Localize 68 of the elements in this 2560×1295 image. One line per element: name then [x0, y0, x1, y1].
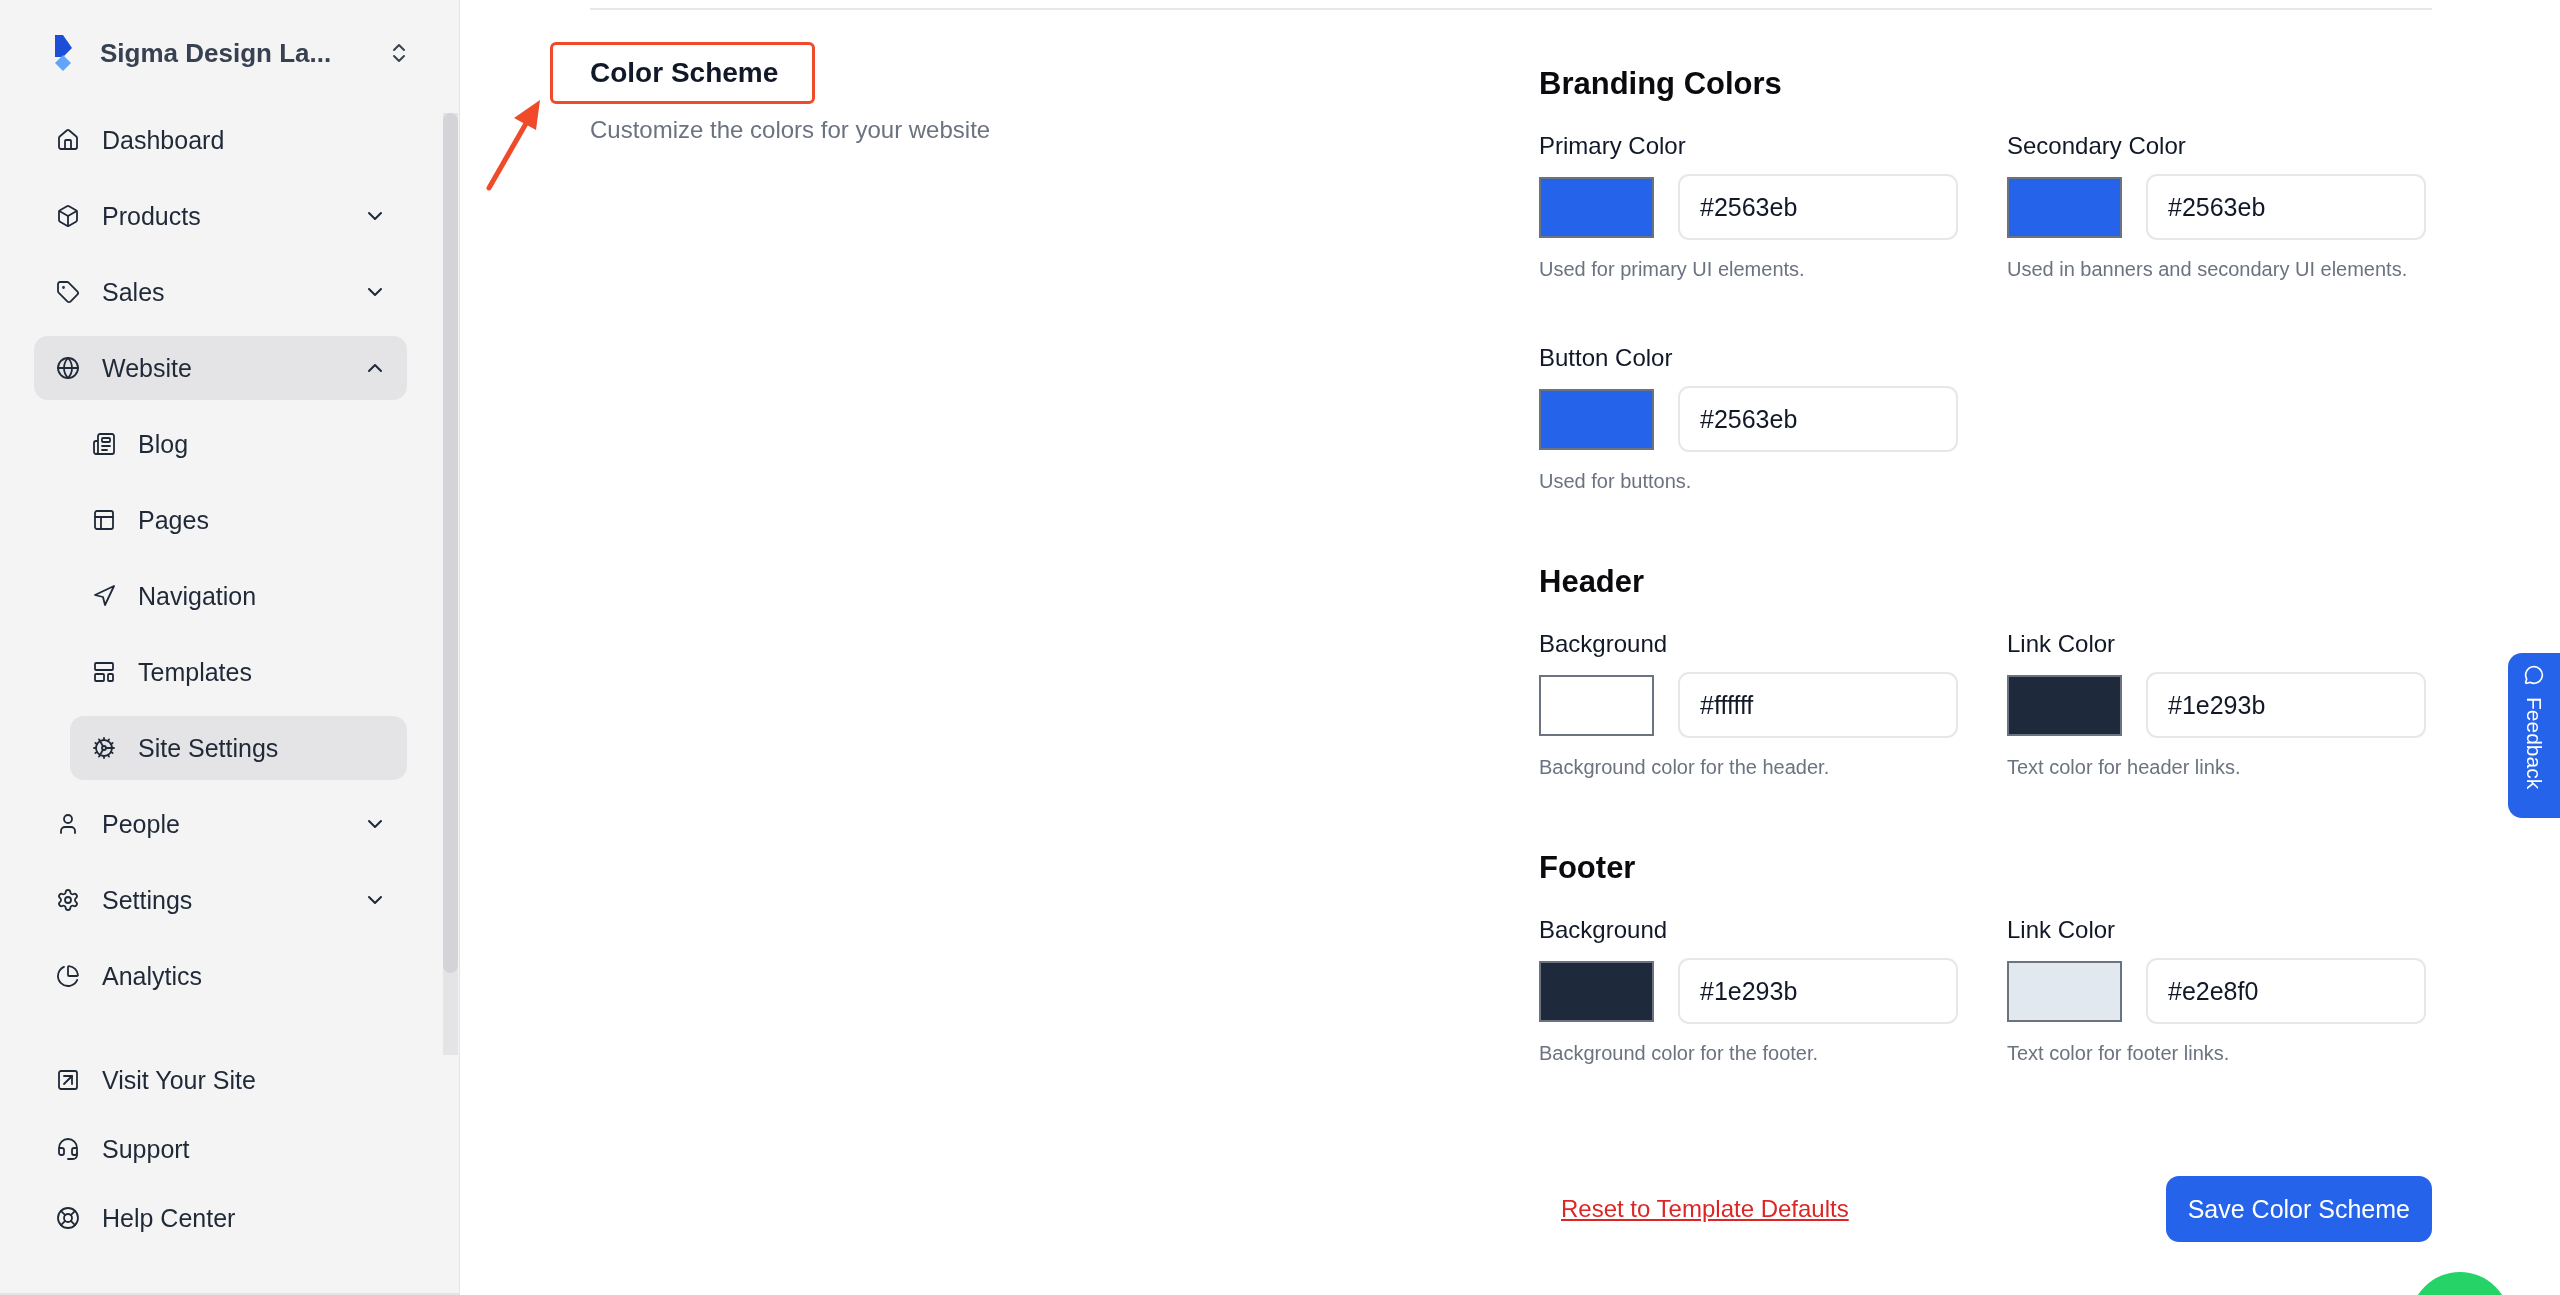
- layout-icon: [92, 508, 116, 532]
- gear-icon: [92, 736, 116, 760]
- field-label: Primary Color: [1539, 132, 1687, 160]
- globe-icon: [56, 356, 80, 380]
- reset-link[interactable]: Reset to Template Defaults: [1561, 1195, 1849, 1223]
- color-swatch[interactable]: [1539, 960, 1654, 1022]
- nav-subitem[interactable]: Navigation: [70, 564, 407, 628]
- pie-chart-icon: [56, 964, 80, 988]
- color-swatch[interactable]: [1539, 176, 1654, 238]
- field-hint: Text color for header links.: [2007, 755, 2242, 780]
- color-swatch[interactable]: [1539, 388, 1654, 450]
- field-label: Secondary Color: [2007, 132, 2187, 160]
- sidebar-link[interactable]: Support: [0, 1121, 459, 1177]
- group-heading: Branding Colors: [1539, 66, 1783, 102]
- nav-subitem[interactable]: Templates: [70, 640, 407, 704]
- chat-bubble-icon: [2524, 665, 2544, 685]
- gear-icon: [56, 888, 80, 912]
- house-icon: [56, 128, 80, 152]
- field-hint: Used for buttons.: [1539, 469, 1693, 494]
- color-swatch[interactable]: [1539, 674, 1654, 736]
- field-hint: Text color for footer links.: [2007, 1041, 2231, 1066]
- nav-item[interactable]: Products: [34, 184, 407, 248]
- tag-icon: [56, 280, 80, 304]
- feedback-tab[interactable]: Feedback: [2508, 653, 2560, 818]
- color-input-field[interactable]: #2563eb: [2146, 174, 2426, 240]
- nav-item[interactable]: Sales: [34, 260, 407, 324]
- sidebar-link[interactable]: Visit Your Site: [0, 1052, 459, 1108]
- template-icon: [92, 660, 116, 684]
- nav-item[interactable]: People: [34, 792, 407, 856]
- field-label: Background: [1539, 630, 1669, 658]
- headset-icon: [56, 1137, 80, 1161]
- group-heading: Header: [1539, 564, 1646, 600]
- logo-icon: [52, 35, 74, 71]
- color-input-field[interactable]: #2563eb: [1678, 386, 1958, 452]
- external-link-icon: [56, 1068, 80, 1092]
- field-hint: Used for primary UI elements.: [1539, 257, 1806, 282]
- color-input-field[interactable]: #e2e8f0: [2146, 958, 2426, 1024]
- nav-item[interactable]: Settings: [34, 868, 407, 932]
- nav-subitem[interactable]: Blog: [70, 412, 407, 476]
- field-hint: Background color for the header.: [1539, 755, 1831, 780]
- group-heading: Footer: [1539, 850, 1637, 886]
- field-label: Link Color: [2007, 630, 2117, 658]
- field-label: Button Color: [1539, 344, 1674, 372]
- section-description: Customize the colors for your website: [590, 116, 992, 144]
- navigation-arrow-icon: [92, 584, 116, 608]
- nav-subitem[interactable]: Site Settings: [70, 716, 407, 780]
- field-label: Background: [1539, 916, 1669, 944]
- color-swatch[interactable]: [2007, 176, 2122, 238]
- sidebar-link[interactable]: Help Center: [0, 1190, 459, 1246]
- color-input-field[interactable]: #1e293b: [1678, 958, 1958, 1024]
- nav-item[interactable]: Dashboard: [34, 108, 407, 172]
- nav-subitem[interactable]: Pages: [70, 488, 407, 552]
- section-title: Color Scheme: [590, 57, 779, 89]
- cube-icon: [56, 204, 80, 228]
- field-label: Link Color: [2007, 916, 2117, 944]
- field-hint: Used in banners and secondary UI elements.: [2007, 257, 2409, 282]
- nav-item[interactable]: Website: [34, 336, 407, 400]
- newspaper-icon: [92, 432, 116, 456]
- lifebuoy-icon: [56, 1206, 80, 1230]
- save-button[interactable]: Save Color Scheme: [2165, 1176, 2432, 1242]
- color-input-field[interactable]: #1e293b: [2146, 672, 2426, 738]
- workspace-name[interactable]: Sigma Design La...: [100, 37, 361, 69]
- color-swatch[interactable]: [2007, 960, 2122, 1022]
- color-input-field[interactable]: #2563eb: [1678, 174, 1958, 240]
- color-swatch[interactable]: [2007, 674, 2122, 736]
- color-input-field[interactable]: #ffffff: [1678, 672, 1958, 738]
- nav-item[interactable]: Analytics: [34, 944, 407, 1008]
- field-hint: Background color for the footer.: [1539, 1041, 1820, 1066]
